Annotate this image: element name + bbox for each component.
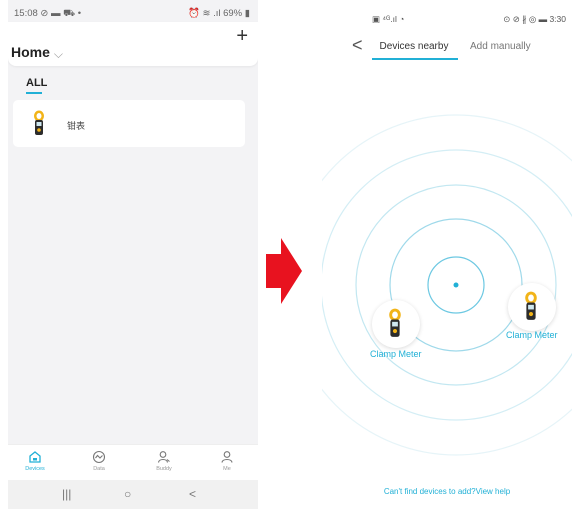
tab-devices-label: Devices: [25, 466, 45, 472]
clamp-meter-icon: [389, 308, 401, 337]
tab-add-manually[interactable]: Add manually: [470, 41, 531, 52]
status-signal: ▣ ⁴ᴳ.ıl ◔: [372, 14, 405, 24]
screenshot-canvas: 15:08 ⊘ ▬ ⛟ • ⏰ ≋ .ıl 69% ▮ + Home ⌵ ALL …: [0, 0, 572, 509]
status-indicators: ⏰ ≋ .ıl 69% ▮: [188, 8, 250, 19]
buddy-icon: [157, 451, 170, 463]
home-nav-button[interactable]: ○: [124, 487, 131, 501]
status-time: 15:08 ⊘ ▬ ⛟ •: [14, 8, 82, 19]
status-bar: 15:08 ⊘ ▬ ⛟ • ⏰ ≋ .ıl 69% ▮: [8, 0, 258, 22]
back-icon[interactable]: <: [352, 35, 363, 56]
device-name: 钳表: [67, 121, 86, 131]
nearby-device-left[interactable]: [372, 300, 420, 348]
filter-tab-all[interactable]: ALL: [26, 77, 47, 89]
status-indicators: ⊙ ⊘ ∦ ◎ ▬ 3:30: [503, 14, 566, 24]
nearby-device-right-label: Clamp Meter: [506, 330, 558, 340]
filter-tab-indicator: [26, 92, 42, 94]
tab-data-label: Data: [93, 466, 105, 472]
home-icon: [29, 451, 41, 463]
person-icon: [221, 451, 233, 463]
home-title: Home: [11, 44, 50, 60]
nearby-device-left-label: Clamp Meter: [370, 349, 422, 359]
bottom-tab-bar: Devices Data Buddy Me: [8, 444, 258, 480]
chevron-down-icon: ⌵: [53, 47, 64, 61]
right-arrow-icon: [266, 238, 302, 304]
add-device-screen: ▣ ⁴ᴳ.ıl ◔ ⊙ ⊘ ∦ ◎ ▬ 3:30 < Devices nearb…: [322, 0, 572, 509]
back-nav-button[interactable]: <: [189, 487, 196, 501]
home-header: + Home ⌵: [8, 22, 258, 66]
add-device-button[interactable]: +: [236, 25, 248, 48]
status-bar: ▣ ⁴ᴳ.ıl ◔ ⊙ ⊘ ∦ ◎ ▬ 3:30: [322, 0, 572, 24]
device-card[interactable]: 钳表: [13, 100, 245, 147]
view-help-link[interactable]: Can't find devices to add?View help: [322, 487, 572, 496]
clamp-meter-icon: [34, 110, 44, 135]
home-screen: 15:08 ⊘ ▬ ⛟ • ⏰ ≋ .ıl 69% ▮ + Home ⌵ ALL …: [8, 0, 258, 509]
tab-data[interactable]: Data: [79, 450, 119, 472]
tab-me-label: Me: [223, 466, 231, 472]
tab-buddy[interactable]: Buddy: [144, 450, 184, 472]
home-selector[interactable]: Home ⌵: [11, 44, 63, 61]
tab-buddy-label: Buddy: [156, 466, 172, 472]
data-icon: [92, 450, 106, 464]
tab-devices-nearby[interactable]: Devices nearby: [368, 41, 460, 52]
clamp-meter-icon: [525, 291, 537, 320]
nearby-device-right[interactable]: [508, 283, 556, 331]
tab-devices[interactable]: Devices: [15, 450, 55, 472]
system-nav-bar: ||| ○ <: [8, 480, 258, 509]
tab-active-indicator: [372, 58, 458, 60]
recents-button[interactable]: |||: [62, 487, 71, 501]
tab-me[interactable]: Me: [207, 450, 247, 472]
radar-scan: [322, 114, 572, 456]
